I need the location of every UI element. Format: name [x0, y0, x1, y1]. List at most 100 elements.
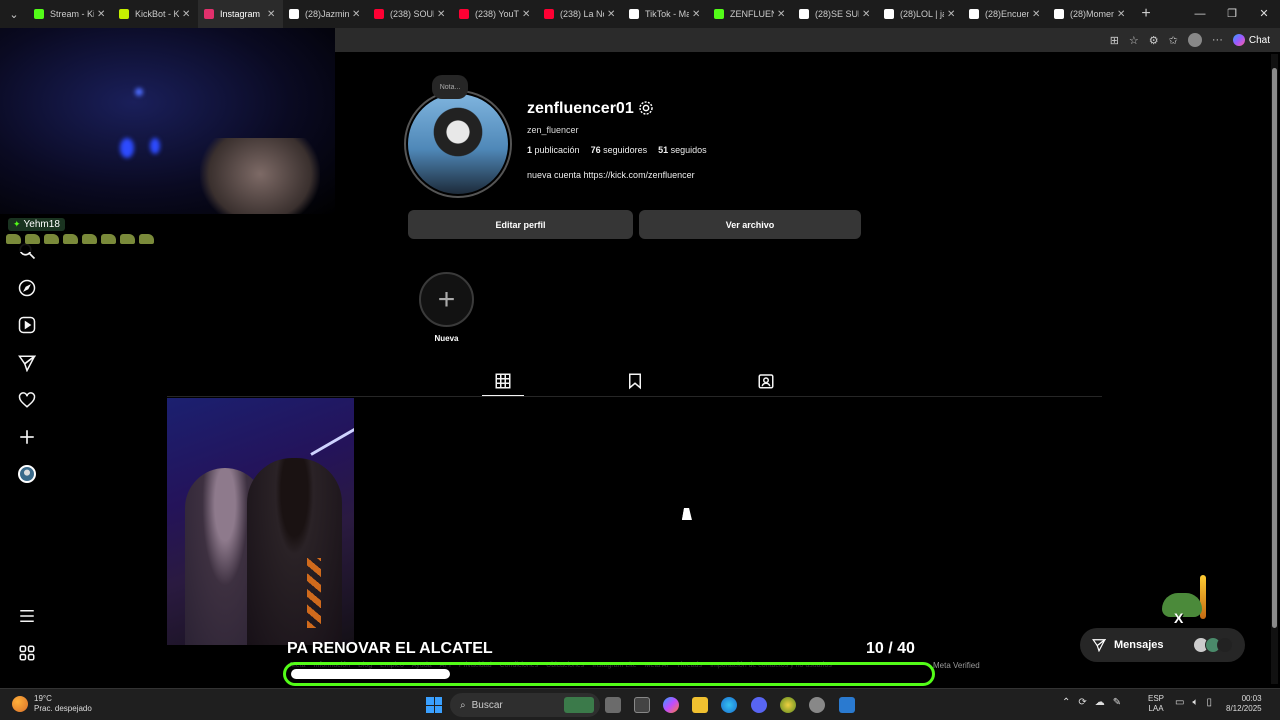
- language-code: ESP: [1148, 694, 1165, 703]
- profile-nav-avatar[interactable]: [18, 465, 36, 483]
- copilot-taskbar-icon[interactable]: [663, 697, 679, 713]
- tab-close-icon[interactable]: ✕: [947, 9, 957, 20]
- network-icon[interactable]: ▭: [1175, 697, 1184, 708]
- scrollbar-thumb[interactable]: [1272, 68, 1277, 628]
- browser-tab[interactable]: (28)SE SUMA✕: [793, 0, 878, 28]
- paint-app-icon[interactable]: [839, 697, 855, 713]
- tab-close-icon[interactable]: ✕: [267, 9, 277, 20]
- goal-progress-bar: [283, 662, 935, 686]
- tab-close-icon[interactable]: ✕: [97, 9, 107, 20]
- close-window-button[interactable]: ✕: [1248, 0, 1280, 28]
- tab-close-icon[interactable]: ✕: [1117, 9, 1127, 20]
- apps-grid-icon[interactable]: [18, 644, 36, 662]
- windows-start-icon[interactable]: [426, 697, 442, 713]
- tab-close-icon[interactable]: ✕: [352, 9, 362, 20]
- favorites-icon[interactable]: ✩: [1169, 34, 1178, 47]
- taskbar-clock[interactable]: 00:03 8/12/2025: [1226, 694, 1262, 714]
- browser-tab[interactable]: TikTok - Make✕: [623, 0, 708, 28]
- maximize-button[interactable]: ❐: [1216, 0, 1248, 28]
- footer-meta-verified[interactable]: Meta Verified: [933, 661, 980, 670]
- post-thumbnail[interactable]: [167, 398, 354, 645]
- settings-gear-icon[interactable]: [638, 100, 654, 116]
- more-options-icon[interactable]: ···: [1212, 34, 1223, 46]
- browser-tab[interactable]: (28)Encuentro✕: [963, 0, 1048, 28]
- tab-posts-grid-icon[interactable]: [482, 372, 524, 396]
- onedrive-icon[interactable]: ☁: [1095, 697, 1105, 708]
- messages-panel-button[interactable]: Mensajes: [1080, 628, 1245, 662]
- view-archive-button[interactable]: Ver archivo: [639, 210, 861, 239]
- obs-icon[interactable]: [809, 697, 825, 713]
- menu-hamburger-icon[interactable]: [18, 607, 36, 625]
- page-scrollbar[interactable]: [1271, 54, 1278, 684]
- browser-tab[interactable]: ZENFLUENCE✕: [708, 0, 793, 28]
- tab-close-icon[interactable]: ✕: [777, 9, 787, 20]
- reels-icon[interactable]: [18, 316, 36, 334]
- send-icon: [1092, 639, 1106, 652]
- language-indicator[interactable]: ESP LAA: [1148, 694, 1164, 714]
- browser-tab[interactable]: (28)LOL | jazm✕: [878, 0, 963, 28]
- emote-icon: [25, 234, 40, 244]
- favorite-star-icon[interactable]: ☆: [1129, 34, 1139, 47]
- pen-icon[interactable]: ✎: [1113, 697, 1121, 708]
- emote-icon: [120, 234, 135, 244]
- tab-close-icon[interactable]: ✕: [522, 9, 532, 20]
- new-tab-button[interactable]: +: [1133, 5, 1159, 23]
- tab-close-icon[interactable]: ✕: [692, 9, 702, 20]
- extensions-icon[interactable]: ⚙: [1149, 34, 1159, 47]
- split-screen-icon[interactable]: ⊞: [1110, 34, 1119, 47]
- system-tray: ⌃ ⟳ ☁ ✎: [1062, 697, 1121, 708]
- taskbar-search[interactable]: ⌕ Buscar: [450, 693, 600, 717]
- browser-tab[interactable]: (238) SOUND✕: [368, 0, 453, 28]
- store-icon[interactable]: [634, 697, 650, 713]
- browser-tab[interactable]: (28)Jazminca✕: [283, 0, 368, 28]
- emote-x-mark: X: [1174, 610, 1184, 626]
- profile-avatar[interactable]: [408, 94, 508, 194]
- profile-note-bubble[interactable]: Nota...: [432, 75, 468, 99]
- browser-tab[interactable]: Stream - Kick✕: [28, 0, 113, 28]
- stat-following[interactable]: 51 seguidos: [658, 145, 707, 155]
- create-plus-icon[interactable]: [18, 428, 36, 446]
- webcam-light: [150, 138, 160, 154]
- edit-profile-button[interactable]: Editar perfil: [408, 210, 633, 239]
- weather-text: 19°C Prac. despejado: [34, 694, 92, 714]
- direct-messages-icon[interactable]: [18, 354, 36, 372]
- tab-strip: Stream - Kick✕KickBot - Kick✕Instagram✕(…: [28, 0, 1133, 28]
- tab-close-icon[interactable]: ✕: [862, 9, 872, 20]
- volume-icon[interactable]: 🔈︎: [1192, 697, 1198, 708]
- chat-username: Yehm18: [23, 219, 60, 230]
- browser-tab[interactable]: Instagram ✕: [198, 0, 283, 28]
- browser-tab[interactable]: (28)Momento✕: [1048, 0, 1133, 28]
- stat-followers[interactable]: 76 seguidores: [591, 145, 648, 155]
- tab-list-chevron-icon[interactable]: ⌄: [0, 0, 28, 28]
- explore-compass-icon[interactable]: [18, 279, 36, 297]
- chrome-icon[interactable]: [780, 697, 796, 713]
- tray-chevron-icon[interactable]: ⌃: [1062, 697, 1070, 708]
- tab-tagged-icon[interactable]: [757, 372, 775, 390]
- chat-badge-icon: ✦: [13, 219, 21, 229]
- tab-close-icon[interactable]: ✕: [182, 9, 192, 20]
- tab-close-icon[interactable]: ✕: [607, 9, 617, 20]
- discord-icon[interactable]: [751, 697, 767, 713]
- battery-icon[interactable]: ▯: [1206, 697, 1212, 708]
- profile-avatar-icon[interactable]: [1187, 33, 1202, 47]
- edge-browser-icon[interactable]: [721, 697, 737, 713]
- tray-sync-icon[interactable]: ⟳: [1078, 697, 1086, 708]
- file-explorer-icon[interactable]: [692, 697, 708, 713]
- copilot-chat-button[interactable]: Chat: [1232, 34, 1270, 46]
- browser-tab[interactable]: (238) La Noch✕: [538, 0, 623, 28]
- chat-label: Chat: [1248, 34, 1270, 46]
- weather-widget[interactable]: 19°C Prac. despejado: [12, 694, 92, 714]
- notifications-heart-icon[interactable]: [18, 391, 36, 409]
- tab-close-icon[interactable]: ✕: [1032, 9, 1042, 20]
- tab-saved-bookmark-icon[interactable]: [626, 372, 644, 390]
- new-story-button[interactable]: +: [419, 272, 474, 327]
- task-view-icon[interactable]: [605, 697, 621, 713]
- minimize-button[interactable]: —: [1184, 0, 1216, 28]
- browser-tab[interactable]: KickBot - Kick✕: [113, 0, 198, 28]
- tab-title: Instagram: [220, 9, 261, 19]
- tab-close-icon[interactable]: ✕: [437, 9, 447, 20]
- browser-tab[interactable]: (238) YouTube✕: [453, 0, 538, 28]
- tab-title: (28)Momento: [1070, 9, 1114, 19]
- tiktok-icon: [969, 9, 979, 19]
- stat-posts: 1 publicación: [527, 145, 580, 155]
